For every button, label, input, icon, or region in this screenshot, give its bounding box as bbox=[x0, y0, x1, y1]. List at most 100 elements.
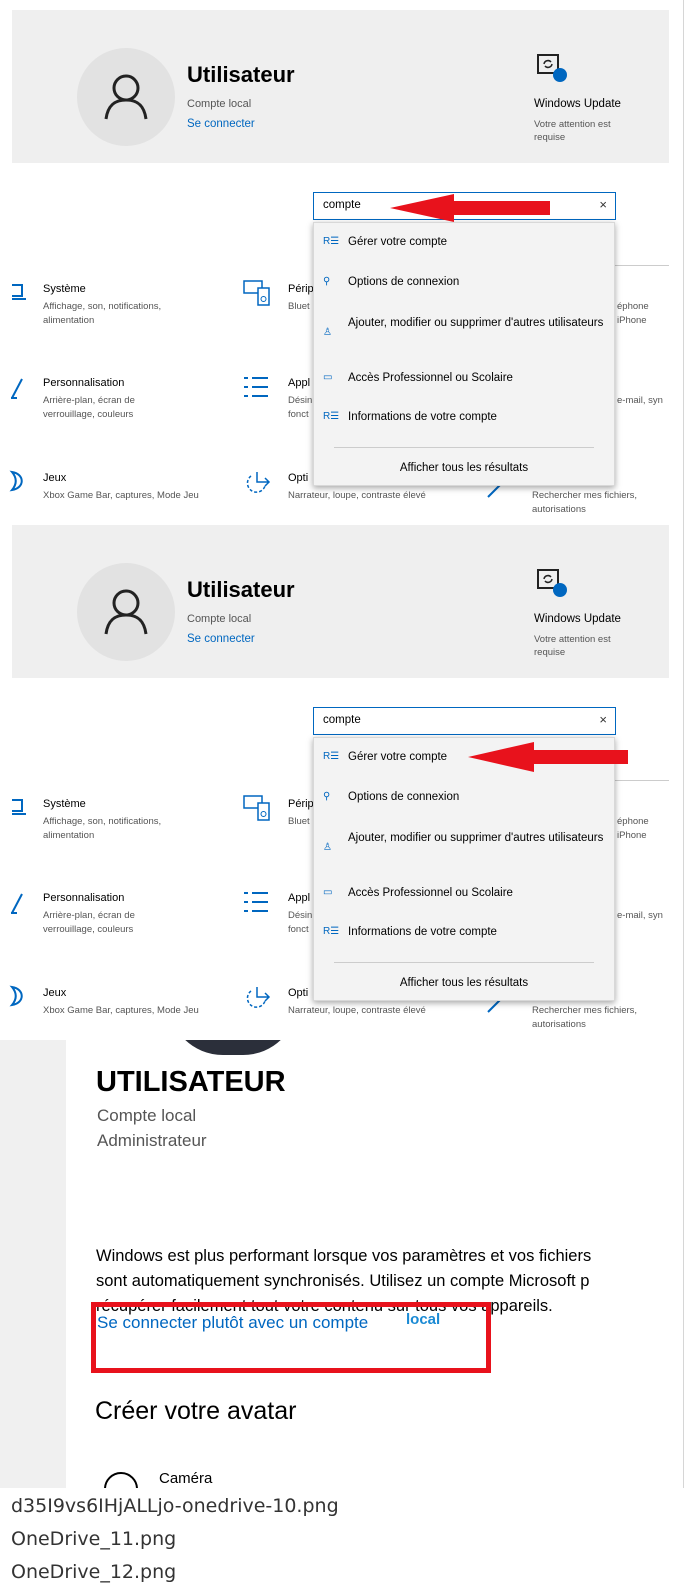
settings-screenshot-2: Utilisateur Compte local Se connecter Wi… bbox=[0, 515, 683, 1030]
tile-subtitle-apps: Désin fonct bbox=[288, 910, 313, 935]
system-icon bbox=[10, 283, 26, 306]
windows-update-icon[interactable] bbox=[536, 52, 568, 84]
sign-in-link[interactable]: Se connecter bbox=[187, 633, 255, 645]
gaming-icon bbox=[9, 985, 27, 1012]
search-suggestions: R☰ Gérer votre compte ⚲ Options de connexi… bbox=[313, 737, 615, 1001]
paragraph-line: sont automatiquement synchronisés. Utili… bbox=[96, 1272, 590, 1290]
search-value: compte bbox=[323, 714, 361, 726]
devices-icon bbox=[243, 280, 271, 311]
tile-title-apps[interactable]: Appl bbox=[288, 377, 310, 389]
add-user-icon: ♙ bbox=[323, 327, 332, 338]
tile-subtitle-system: Affichage, son, notifications, alimentat… bbox=[43, 816, 162, 841]
show-all-results-link[interactable]: Afficher tous les résultats bbox=[314, 977, 614, 989]
apps-icon bbox=[243, 375, 269, 404]
windows-update-title[interactable]: Windows Update bbox=[534, 98, 621, 110]
red-arrow-annotation bbox=[390, 194, 550, 222]
settings-screenshot-1: Utilisateur Compte local Se connecter Wi… bbox=[0, 0, 683, 515]
suggestion-label: Informations de votre compte bbox=[348, 411, 497, 423]
tile-subtitle-gaming: Xbox Game Bar, captures, Mode Jeu bbox=[43, 1005, 199, 1016]
search-value: compte bbox=[323, 199, 361, 211]
tile-subtitle-gaming: Xbox Game Bar, captures, Mode Jeu bbox=[43, 490, 199, 501]
tile-title-personalization[interactable]: Personnalisation bbox=[43, 377, 124, 389]
search-suggestions: R☰ Gérer votre compte ⚲ Options de connexi… bbox=[313, 222, 615, 486]
tile-subtitle-accounts: e-mail, syn bbox=[617, 395, 663, 406]
clear-search-button[interactable]: × bbox=[599, 712, 607, 727]
system-icon bbox=[10, 798, 26, 821]
user-header: Utilisateur Compte local Se connecter Wi… bbox=[12, 10, 669, 163]
red-box-annotation bbox=[91, 1302, 491, 1373]
suggestion-label: Ajouter, modifier ou supprimer d'autres … bbox=[348, 317, 604, 329]
tile-subtitle-accessibility: Narrateur, loupe, contraste élevé bbox=[288, 490, 426, 501]
tile-subtitle-search: Rechercher mes fichiers, autorisations bbox=[532, 1005, 638, 1030]
tile-title-system[interactable]: Système bbox=[43, 798, 86, 810]
suggestion-label: Accès Professionnel ou Scolaire bbox=[348, 887, 513, 899]
tile-subtitle-phone: iPhone bbox=[617, 830, 647, 841]
tile-title-devices[interactable]: Périp bbox=[288, 283, 314, 295]
user-name: Utilisateur bbox=[187, 62, 295, 87]
tile-subtitle-search: Rechercher mes fichiers, autorisations bbox=[532, 490, 638, 515]
windows-update-status: Votre attention est requise bbox=[534, 634, 611, 658]
account-details-icon: R☰ bbox=[323, 926, 340, 937]
avatar[interactable] bbox=[77, 563, 175, 661]
account-type: Compte local bbox=[187, 613, 252, 625]
tile-title-devices[interactable]: Périp bbox=[288, 798, 314, 810]
camera-icon[interactable] bbox=[104, 1472, 138, 1488]
gaming-icon bbox=[9, 470, 27, 497]
avatar bbox=[168, 1040, 298, 1055]
tile-title-phone[interactable]: éphone bbox=[617, 300, 649, 314]
tile-subtitle-personalization: Arrière-plan, écran de verrouillage, cou… bbox=[43, 910, 135, 935]
windows-update-title[interactable]: Windows Update bbox=[534, 613, 621, 625]
search-input[interactable]: compte × bbox=[313, 707, 616, 735]
red-arrow-annotation bbox=[468, 742, 628, 772]
tile-title-gaming[interactable]: Jeux bbox=[43, 987, 66, 999]
account-details-icon: R☰ bbox=[323, 411, 340, 422]
accessibility-icon bbox=[243, 985, 273, 1014]
tile-title-personalization[interactable]: Personnalisation bbox=[43, 892, 124, 904]
page-divider bbox=[683, 0, 684, 1488]
briefcase-icon: ▭ bbox=[323, 372, 333, 383]
clear-search-button[interactable]: × bbox=[599, 197, 607, 212]
account-page-screenshot: UTILISATEUR Compte local Administrateur … bbox=[0, 1040, 683, 1488]
windows-update-status: Votre attention est requise bbox=[534, 119, 611, 143]
sign-in-link[interactable]: Se connecter bbox=[187, 118, 255, 130]
tile-subtitle-accounts: e-mail, syn bbox=[617, 910, 663, 921]
windows-update-icon[interactable] bbox=[536, 567, 568, 599]
suggestion-label: Accès Professionnel ou Scolaire bbox=[348, 372, 513, 384]
tile-title-accessibility[interactable]: Opti bbox=[288, 472, 308, 484]
suggestion-label: Options de connexion bbox=[348, 276, 460, 288]
user-name: Utilisateur bbox=[187, 577, 295, 602]
personalization-icon bbox=[9, 891, 25, 920]
tile-title-gaming[interactable]: Jeux bbox=[43, 472, 66, 484]
sidebar-strip bbox=[0, 1040, 66, 1488]
suggestion-label: Ajouter, modifier ou supprimer d'autres … bbox=[348, 832, 604, 844]
divider bbox=[334, 962, 594, 963]
key-icon: ⚲ bbox=[323, 791, 331, 802]
account-name: UTILISATEUR bbox=[96, 1066, 286, 1098]
accessibility-icon bbox=[243, 470, 273, 499]
avatar[interactable] bbox=[77, 48, 175, 146]
file-caption: d35I9vs6IHjALLjo-onedrive-10.png bbox=[11, 1495, 339, 1517]
add-user-icon: ♙ bbox=[323, 842, 332, 853]
tile-title-apps[interactable]: Appl bbox=[288, 892, 310, 904]
user-header: Utilisateur Compte local Se connecter Wi… bbox=[12, 525, 669, 678]
suggestion-label: Informations de votre compte bbox=[348, 926, 497, 938]
tile-title-system[interactable]: Système bbox=[43, 283, 86, 295]
personalization-icon bbox=[9, 376, 25, 405]
account-role: Administrateur bbox=[97, 1131, 207, 1150]
tile-title-phone[interactable]: éphone bbox=[617, 815, 649, 829]
devices-icon bbox=[243, 795, 271, 826]
tile-subtitle-devices: Bluet bbox=[288, 816, 310, 827]
tile-subtitle-apps: Désin fonct bbox=[288, 395, 313, 420]
show-all-results-link[interactable]: Afficher tous les résultats bbox=[314, 462, 614, 474]
search-icon bbox=[486, 998, 504, 1019]
camera-option[interactable]: Caméra bbox=[159, 1470, 212, 1487]
tile-subtitle-accessibility: Narrateur, loupe, contraste élevé bbox=[288, 1005, 426, 1016]
tile-title-accessibility[interactable]: Opti bbox=[288, 987, 308, 999]
suggestion-label: Gérer votre compte bbox=[348, 236, 448, 248]
file-caption: OneDrive_11.png bbox=[11, 1528, 177, 1550]
file-caption: OneDrive_12.png bbox=[11, 1561, 177, 1583]
paragraph-line: Windows est plus performant lorsque vos … bbox=[96, 1247, 592, 1265]
account-details-icon: R☰ bbox=[323, 236, 340, 247]
create-avatar-heading: Créer votre avatar bbox=[95, 1397, 297, 1425]
account-details-icon: R☰ bbox=[323, 751, 340, 762]
